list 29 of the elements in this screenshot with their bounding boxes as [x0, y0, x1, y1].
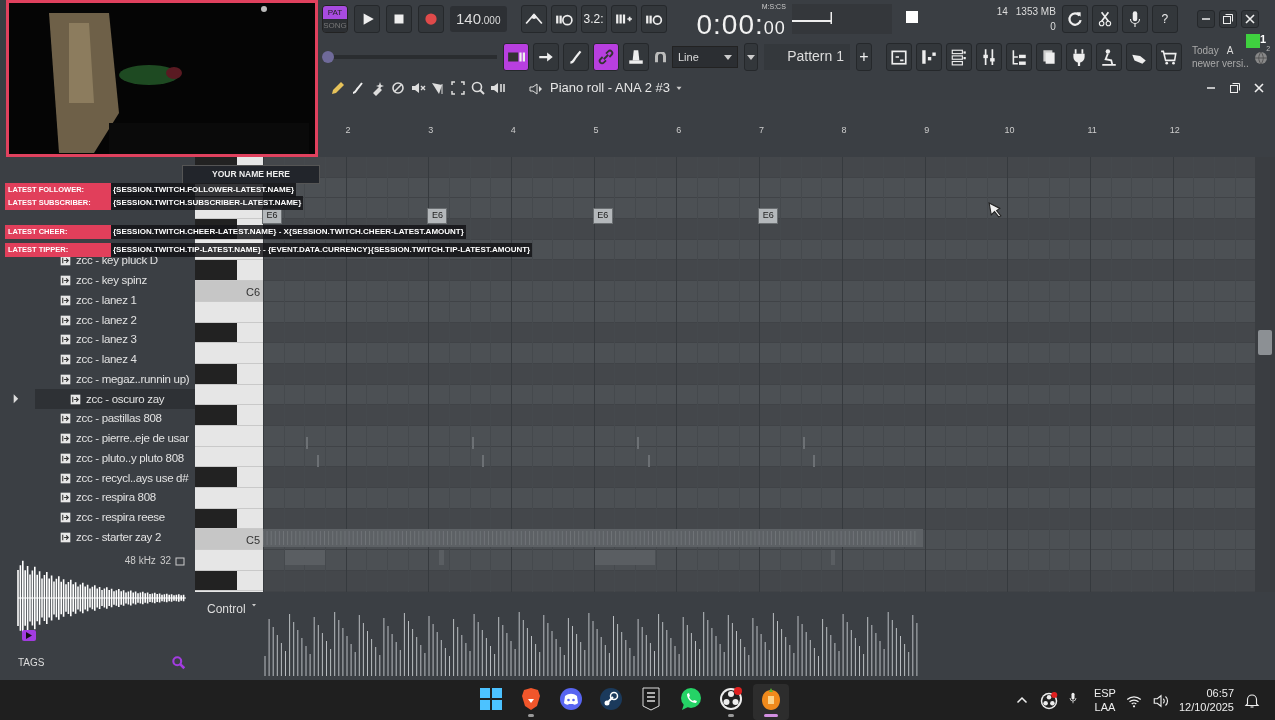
news-day: Today [1192, 45, 1219, 56]
bar-number: 6 [676, 124, 682, 138]
sample-rate: 48 kHz [124, 554, 156, 568]
bar-number: 5 [593, 124, 599, 138]
alert-value-toast: {SESSION.TWITCH.FOLLOWER-LATEST.NAME} [111, 183, 297, 197]
alert-value-toast: {SESSION.TWITCH.SUBSCRIBER-LATEST.NAME} [111, 196, 304, 210]
bar-number: 12 [1169, 124, 1180, 138]
alert-value-toast: {SESSION.TWITCH.TIP-LATEST.NAME} - {EVENT.DATA.CURRENCY}{SESSION.TWITCH.TIP-LATEST.AMOUNT} [111, 243, 533, 257]
bar-number: 3 [428, 124, 434, 138]
polyphony-readout: 0 [1050, 20, 1056, 34]
bar-number: 7 [758, 124, 764, 138]
bar-number: 11 [1087, 124, 1097, 138]
bar-number: 9 [924, 124, 930, 138]
cpu-readout: 14 [996, 5, 1008, 19]
bar-number: 2 [345, 124, 351, 138]
news-text: newer versi.. [1192, 58, 1249, 69]
bar-number: 4 [510, 124, 516, 138]
bar-number: 8 [841, 124, 847, 138]
key-label: C5 [245, 533, 260, 549]
bit-depth: 32 [159, 554, 171, 568]
tags-label: TAGS [18, 656, 45, 670]
notification-count: 1 [1260, 34, 1267, 45]
key-label: C6 [245, 285, 260, 301]
time-display: 0:00:00 [696, 12, 786, 40]
bar-number: 10 [1004, 124, 1015, 138]
news-headline: A [1226, 45, 1234, 56]
name-banner-toast: YOUR NAME HERE [182, 165, 320, 184]
memory-readout: 1353 MB [1015, 5, 1056, 19]
alert-value-toast: {SESSION.TWITCH.CHEER-LATEST.NAME} - X{SESSION.TWITCH.CHEER-LATEST.AMOUNT} [111, 225, 466, 239]
